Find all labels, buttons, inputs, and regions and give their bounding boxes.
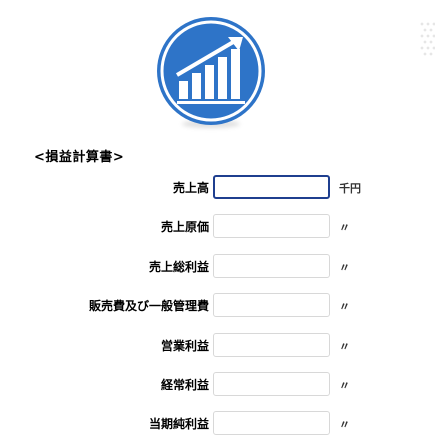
- cost-of-sales-input[interactable]: [213, 214, 330, 238]
- field-label: 経常利益: [160, 378, 209, 392]
- form-row-sales: 売上高 千円: [0, 175, 435, 201]
- unit-label: 〃: [339, 300, 350, 313]
- unit-label: 〃: [339, 261, 350, 274]
- field-label: 売上総利益: [148, 260, 209, 274]
- field-label: 当期純利益: [148, 417, 209, 431]
- form-row-operating-profit: 営業利益 〃: [0, 333, 435, 359]
- ordinary-profit-input[interactable]: [213, 372, 330, 396]
- operating-profit-input[interactable]: [213, 333, 330, 357]
- field-label: 売上原価: [160, 220, 209, 234]
- form-row-net-income: 当期純利益 〃: [0, 411, 435, 437]
- field-label: 営業利益: [160, 339, 209, 353]
- field-label: 売上高: [172, 181, 209, 195]
- unit-label: 〃: [339, 221, 350, 234]
- sga-expenses-input[interactable]: [213, 293, 330, 317]
- sales-input[interactable]: [213, 175, 330, 199]
- field-label: 販売費及び一般管理費: [88, 299, 209, 313]
- section-title: <損益計算書>: [34, 150, 125, 165]
- net-income-input[interactable]: [213, 411, 330, 435]
- gross-profit-input[interactable]: [213, 254, 330, 278]
- unit-label: 〃: [339, 379, 350, 392]
- bar-chart-growth-icon: [157, 17, 265, 125]
- form-row-ordinary-profit: 経常利益 〃: [0, 372, 435, 398]
- unit-label: 千円: [339, 182, 361, 195]
- form-row-sga-expenses: 販売費及び一般管理費 〃: [0, 293, 435, 319]
- unit-label: 〃: [339, 418, 350, 431]
- form-row-gross-profit: 売上総利益 〃: [0, 254, 435, 280]
- unit-label: 〃: [339, 340, 350, 353]
- form-row-cost-of-sales: 売上原価 〃: [0, 214, 435, 240]
- decorative-pattern: [420, 22, 435, 56]
